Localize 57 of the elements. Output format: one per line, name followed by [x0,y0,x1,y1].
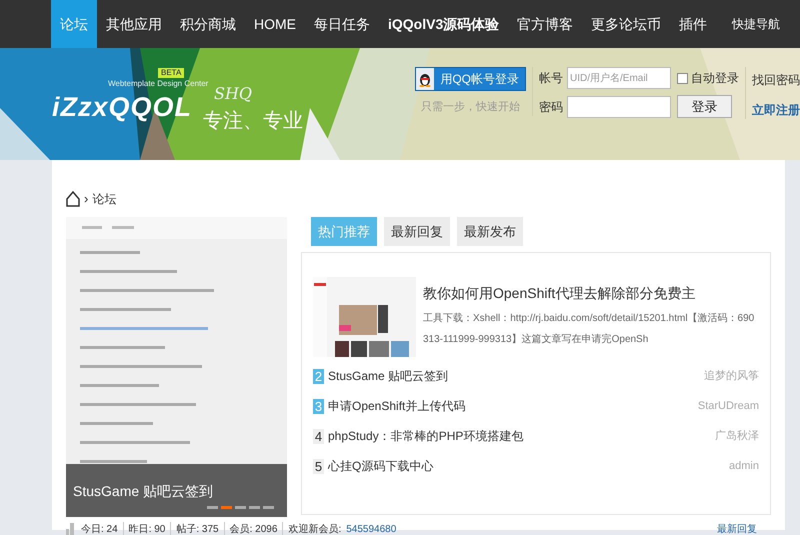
nav-link[interactable]: 其他应用 [97,0,171,48]
stat-text: 昨日: 90 [128,522,172,535]
qq-login-button[interactable]: 用QQ帐号登录 [415,67,526,91]
penguin-icon [416,68,434,90]
qq-login-hint: 只需一步，快速开始 [421,100,520,115]
slide-indicator[interactable] [249,506,260,509]
quick-nav-link[interactable]: 快捷导航 [732,0,780,48]
auto-login-checkbox[interactable] [677,72,688,84]
slide-indicator[interactable] [263,506,274,509]
post-author: 广岛秋泽 [715,428,759,444]
password-field[interactable] [567,96,671,118]
post-title-link[interactable]: StusGame 贴吧云签到 [328,367,448,385]
tab[interactable]: 最新发布 [457,217,523,246]
new-member-link[interactable]: 545594680 [346,522,396,535]
featured-post-title[interactable]: 教你如何用OpenShift代理去解除部分免费主 [423,283,759,304]
rank-number: 3 [313,398,324,414]
find-password-link[interactable]: 找回密码 [752,71,800,89]
rank-number: 2 [313,368,324,384]
rank-number: 5 [313,458,324,474]
account-field[interactable]: UID/用户名/Email [567,67,671,89]
new-member-label: 欢迎新会员: [288,522,342,535]
latest-replies-link[interactable]: 最新回复 [717,522,757,535]
bar-chart-icon [66,523,76,535]
slide-indicator[interactable] [221,506,232,509]
post-title-link[interactable]: phpStudy：非常棒的PHP环境搭建包 [328,427,524,445]
login-button[interactable]: 登录 [677,95,732,118]
post-author: admin [729,458,759,474]
auto-login-label: 自动登录 [691,70,739,87]
password-label: 密码 [539,98,563,116]
post-author: 追梦的风筝 [704,368,759,384]
account-label: 帐号 [539,70,563,87]
nav-link[interactable]: 官方博客 [508,0,582,48]
nav-link[interactable]: 更多论坛币 [582,0,670,48]
breadcrumb-separator: › [84,190,88,208]
nav-link[interactable]: 每日任务 [305,0,379,48]
beta-badge: BETA [158,68,184,78]
post-title-link[interactable]: 心挂Q源码下载中心 [328,457,434,475]
nav-link[interactable]: HOME [245,0,305,48]
home-icon[interactable] [66,191,80,207]
stat-text: 今日: 24 [81,522,124,535]
featured-post-excerpt: 工具下载：Xshell：http://rj.baidu.com/soft/detail/15201.html【激活码：690313-111999-999313】这篇文章写在申请完OpenSh [423,312,756,347]
nav-link[interactable]: 积分商城 [171,0,245,48]
rank-number: 4 [313,428,324,444]
register-link[interactable]: 立即注册 [752,101,800,119]
breadcrumb-current: 论坛 [92,191,116,208]
stat-text: 会员: 2096 [230,522,284,535]
slogan: 专注、专业 [203,109,303,134]
slide-indicator[interactable] [207,506,218,509]
slider-caption: StusGame 贴吧云签到 [73,483,214,499]
logo-mark: SHQ [214,84,252,104]
post-author: StarUDream [698,398,759,414]
nav-link[interactable]: 插件 [670,0,716,48]
tab[interactable]: 最新回复 [384,217,450,246]
slide-indicator[interactable] [235,506,246,509]
post-title-link[interactable]: 申请OpenShift并上传代码 [328,397,466,415]
nav-link[interactable]: iQQolV3源码体验 [379,0,508,48]
stat-text: 帖子: 375 [176,522,225,535]
